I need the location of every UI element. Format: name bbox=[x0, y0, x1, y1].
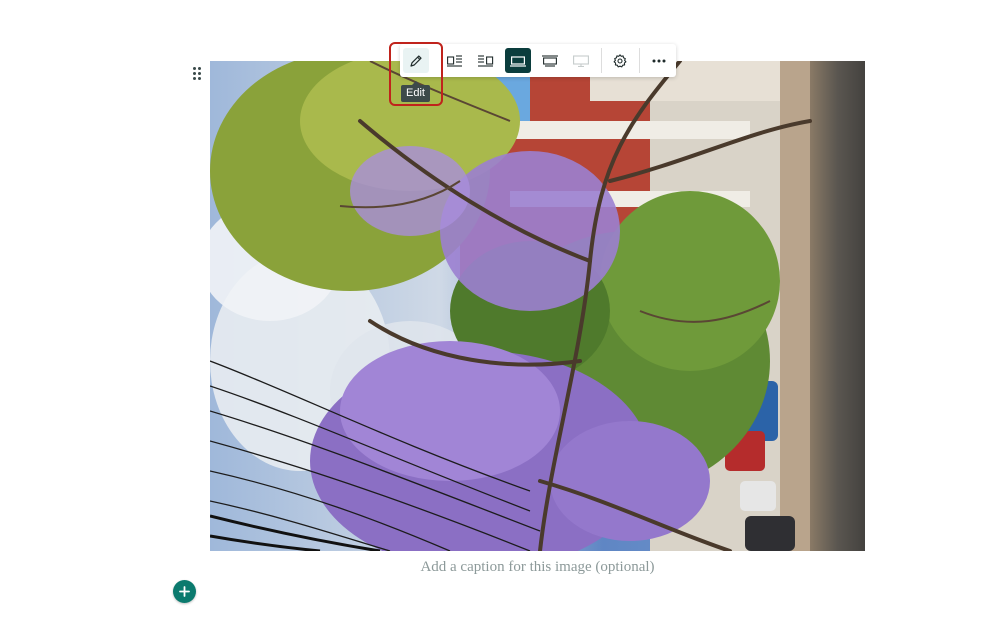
caption-input[interactable]: Add a caption for this image (optional) bbox=[210, 559, 865, 576]
image-right-text-icon bbox=[478, 54, 494, 67]
image-block[interactable] bbox=[210, 61, 865, 551]
toolbar-separator bbox=[639, 48, 640, 73]
align-left-button[interactable] bbox=[442, 48, 468, 73]
more-horizontal-icon bbox=[652, 59, 666, 62]
image-wide-icon bbox=[542, 54, 558, 67]
align-right-button[interactable] bbox=[473, 48, 499, 73]
image-full-width-icon bbox=[573, 54, 589, 67]
pencil-icon bbox=[410, 54, 422, 67]
photo-image bbox=[210, 61, 865, 551]
settings-button[interactable] bbox=[607, 48, 633, 73]
plus-icon bbox=[179, 586, 190, 597]
toolbar-separator bbox=[601, 48, 602, 73]
edit-button[interactable] bbox=[403, 48, 429, 73]
image-toolbar bbox=[400, 44, 676, 77]
width-wide-button[interactable] bbox=[537, 48, 563, 73]
more-options-button[interactable] bbox=[646, 48, 672, 73]
edit-tooltip: Edit bbox=[401, 81, 430, 102]
width-full-button[interactable] bbox=[568, 48, 594, 73]
gear-icon bbox=[613, 53, 627, 67]
editor-page: Edit Add a caption for this image (optio… bbox=[0, 0, 998, 633]
image-left-text-icon bbox=[447, 54, 462, 67]
image-regular-width-icon bbox=[510, 55, 526, 67]
drag-handle-icon[interactable] bbox=[191, 66, 203, 82]
add-block-button[interactable] bbox=[173, 580, 196, 603]
width-regular-button[interactable] bbox=[505, 48, 531, 73]
